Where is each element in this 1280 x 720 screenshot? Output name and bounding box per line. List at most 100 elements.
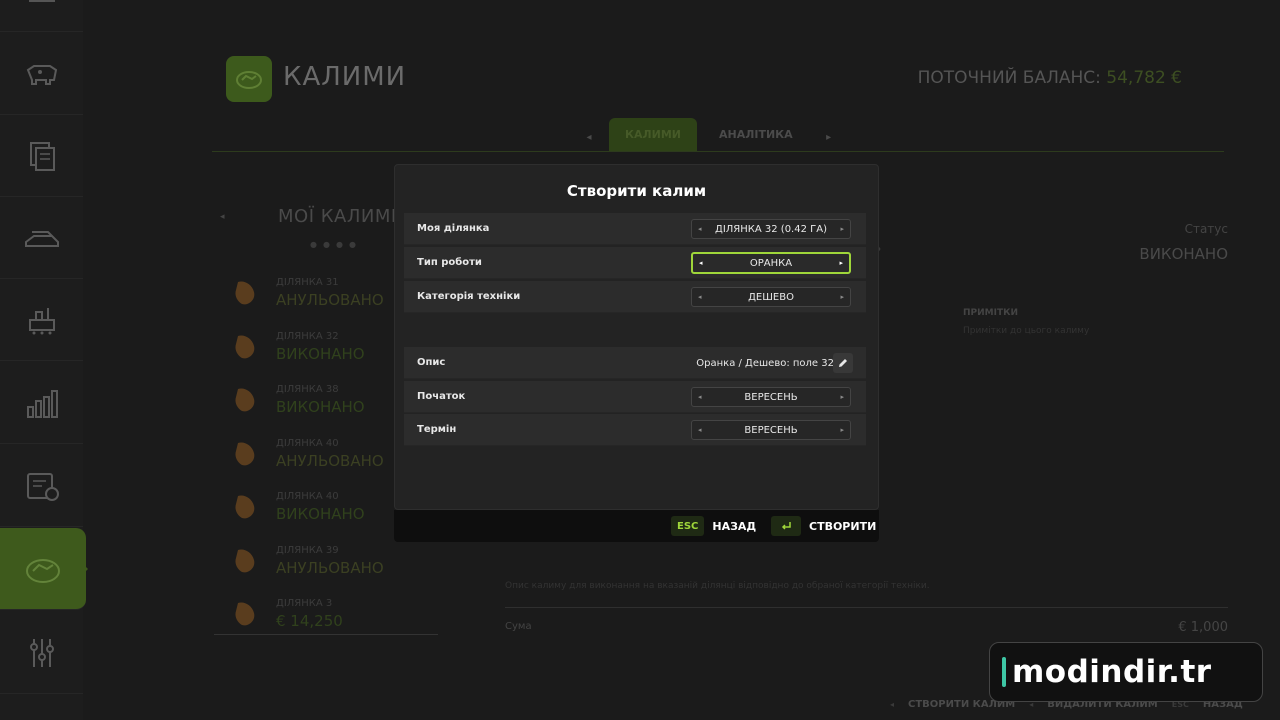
selector-value: ВЕРЕСЕНЬ	[744, 392, 798, 403]
sidebar-item-finances[interactable]	[0, 445, 83, 527]
watermark-text: modindir.tr	[1012, 654, 1212, 690]
dialog-footer: ESC НАЗАД СТВОРИТИ	[394, 510, 879, 542]
map-pin-icon	[235, 334, 255, 358]
list-item-field: ДІЛЯНКА 40	[276, 491, 339, 502]
edit-description-button[interactable]	[833, 353, 853, 373]
description-value: Оранка / Дешево: поле 32	[696, 358, 834, 369]
page-title: КАЛИМИ	[283, 62, 407, 92]
list-item-field: ДІЛЯНКА 32	[276, 330, 339, 342]
work-type-selector[interactable]: ◂ ОРАНКА ▸	[691, 252, 851, 274]
arrow-right-icon[interactable]: ▸	[840, 393, 844, 401]
arrow-right-icon[interactable]: ▸	[839, 259, 843, 267]
dialog-title: Створити калим	[566, 182, 707, 200]
list-item-status: ВИКОНАНО	[276, 505, 365, 523]
row-deadline: Термін ◂ ВЕРЕСЕНЬ ▸	[404, 414, 866, 446]
row-field: Моя ділянка ◂ ДІЛЯНКА 32 (0.42 ГА) ▸	[404, 213, 866, 245]
row-label: Опис	[417, 357, 446, 368]
gamepad-button-icon: ◂	[890, 700, 895, 709]
list-item-field: ДІЛЯНКА 38	[276, 384, 339, 395]
documents-icon	[29, 141, 55, 171]
arrow-right-icon[interactable]: ▸	[840, 426, 844, 434]
handshake-icon	[236, 71, 262, 89]
vehicles-icon	[24, 230, 59, 247]
sum-label: Сума	[505, 621, 532, 632]
tab-prev-arrow[interactable]: ◂	[575, 132, 603, 151]
start-month-selector[interactable]: ◂ ВЕРЕСЕНЬ ▸	[691, 387, 851, 407]
list-item-status: АНУЛЬОВАНО	[276, 558, 384, 577]
list-item-status: € 14,250	[276, 612, 343, 630]
settings-sliders-icon	[29, 638, 54, 667]
list-item-field: ДІЛЯНКА 31	[276, 277, 339, 288]
selector-value: ДЕШЕВО	[748, 292, 794, 303]
create-button-label: СТВОРИТИ	[809, 519, 877, 533]
selector-value: ОРАНКА	[749, 258, 793, 269]
back-button[interactable]: ESC НАЗАД	[671, 516, 756, 536]
details-description: Опис калиму для виконання на вказаній ді…	[505, 581, 930, 591]
row-description: Опис Оранка / Дешево: поле 32	[404, 347, 866, 379]
handshake-icon	[26, 558, 60, 583]
map-icon	[28, 0, 55, 2]
back-button-label: НАЗАД	[712, 519, 757, 533]
map-pin-icon	[235, 281, 255, 305]
list-item-field: ДІЛЯНКА 40	[276, 437, 339, 449]
tab-kalymy[interactable]: КАЛИМИ	[609, 118, 697, 151]
row-label: Категорія техніки	[417, 291, 521, 302]
sidebar-item-kalymy[interactable]	[0, 528, 88, 610]
list-prev-arrow[interactable]: ◂	[220, 212, 225, 222]
list-item[interactable]: ДІЛЯНКА 39 АНУЛЬОВАНО	[214, 540, 438, 594]
sidebar	[0, 0, 88, 720]
list-item-status: АНУЛЬОВАНО	[276, 291, 384, 309]
sidebar-item-production[interactable]	[0, 279, 83, 361]
factory-icon	[28, 307, 55, 334]
map-pin-icon	[235, 548, 255, 572]
selector-value: ДІЛЯНКА 32 (0.42 ГА)	[715, 224, 827, 235]
sidebar-item-settings[interactable]	[0, 612, 83, 694]
row-label: Моя ділянка	[417, 223, 490, 234]
row-machine-category: Категорія техніки ◂ ДЕШЕВО ▸	[404, 281, 866, 313]
list-item-field: ДІЛЯНКА 3	[276, 598, 333, 609]
deadline-month-selector[interactable]: ◂ ВЕРЕСЕНЬ ▸	[691, 420, 851, 440]
list-item-status: АНУЛЬОВАНО	[276, 451, 384, 470]
status-value: ВИКОНАНО	[1139, 245, 1228, 263]
sidebar-item-statistics[interactable]	[0, 362, 83, 444]
map-pin-icon	[235, 602, 255, 626]
list-item-status: ВИКОНАНО	[276, 344, 365, 363]
sum-divider	[505, 607, 1228, 608]
tab-analytics[interactable]: АНАЛІТИКА	[703, 118, 809, 151]
create-button[interactable]: СТВОРИТИ	[771, 516, 876, 536]
list-item-field: ДІЛЯНКА 39	[276, 544, 339, 556]
row-label: Тип роботи	[417, 257, 482, 268]
finance-report-icon	[26, 472, 59, 501]
map-pin-icon	[235, 388, 255, 412]
sidebar-item-map[interactable]	[0, 0, 83, 32]
list-title: МОЇ КАЛИМИ	[278, 206, 405, 227]
watermark-accent-bar	[1002, 657, 1006, 687]
enter-key-icon	[771, 516, 801, 536]
arrow-right-icon[interactable]: ▸	[840, 293, 844, 301]
row-label: Початок	[417, 391, 466, 402]
tab-next-arrow[interactable]: ▸	[815, 132, 843, 151]
map-pin-icon	[235, 495, 255, 519]
esc-key-badge: ESC	[671, 516, 705, 536]
sidebar-item-contracts[interactable]	[0, 115, 83, 197]
map-pin-icon	[235, 441, 255, 465]
row-label: Термін	[417, 424, 457, 435]
selector-value: ВЕРЕСЕНЬ	[744, 425, 798, 436]
notes-text: Примітки до цього калиму	[963, 326, 1090, 336]
list-item[interactable]: ДІЛЯНКА 3 € 14,250	[214, 593, 438, 647]
row-work-type: Тип роботи ◂ ОРАНКА ▸	[404, 247, 866, 279]
current-balance: ПОТОЧНИЙ БАЛАНС: 54,782 €	[918, 68, 1182, 88]
create-kalym-dialog: Створити калим Моя ділянка ◂ ДІЛЯНКА 32 …	[394, 164, 879, 510]
arrow-right-icon[interactable]: ▸	[840, 225, 844, 233]
cow-icon	[26, 64, 57, 85]
field-selector[interactable]: ◂ ДІЛЯНКА 32 (0.42 ГА) ▸	[691, 219, 851, 239]
status-label: Статус	[1184, 222, 1228, 236]
machine-category-selector[interactable]: ◂ ДЕШЕВО ▸	[691, 287, 851, 307]
sidebar-item-vehicles[interactable]	[0, 197, 83, 279]
row-start: Початок ◂ ВЕРЕСЕНЬ ▸	[404, 381, 866, 413]
sum-value: € 1,000	[1178, 620, 1228, 635]
sidebar-item-animals[interactable]	[0, 33, 83, 115]
page-logo	[226, 56, 272, 102]
list-page-dots: ●●●●	[310, 240, 362, 249]
balance-label: ПОТОЧНИЙ БАЛАНС:	[917, 68, 1101, 88]
